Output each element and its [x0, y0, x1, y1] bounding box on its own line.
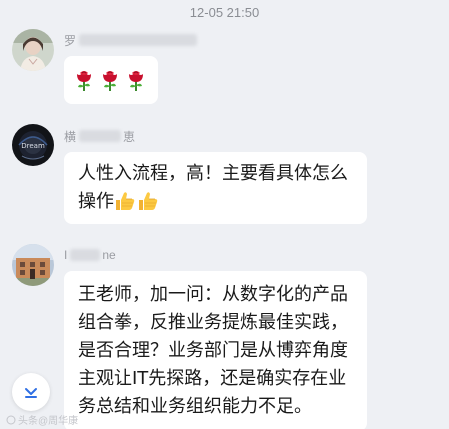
watermark-text: 头条@周华康 [18, 416, 79, 427]
scroll-to-bottom-button[interactable] [12, 373, 50, 411]
sender-name: 罗 [64, 33, 198, 48]
redacted-name [79, 34, 198, 46]
rose-icon [74, 68, 94, 92]
sender-name-text: 横 [64, 129, 77, 144]
rose-icon [100, 68, 120, 92]
sender-name: I ne [64, 248, 116, 262]
watermark: 头条@周华康 [6, 412, 78, 427]
sender-name: 横 恵 [64, 129, 136, 144]
redacted-name [70, 249, 101, 261]
sender-name-suffix: ne [102, 248, 116, 262]
chat-window: 12-05 21:50 罗 Dream 横 恵 人性入流程，高！主要看具体怎么操… [0, 0, 449, 429]
message-bubble[interactable]: 人性入流程，高！主要看具体怎么操作 [64, 152, 367, 224]
sender-name-text: 罗 [64, 33, 77, 48]
message-bubble[interactable] [64, 56, 158, 104]
chevron-down-icon [25, 388, 37, 398]
redacted-name [79, 130, 122, 142]
thumbs-up-icon [116, 192, 135, 210]
chat-timestamp: 12-05 21:50 [189, 5, 260, 20]
sender-name-text: I [64, 248, 68, 262]
thumbs-up-icon [139, 192, 158, 210]
message-bubble[interactable]: 王老师，加一问：从数字化的产品组合拳，反推业务提炼最佳实践，是否合理？业务部门是… [64, 271, 367, 429]
message-text: 王老师，加一问：从数字化的产品组合拳，反推业务提炼最佳实践，是否合理？业务部门是… [78, 284, 348, 417]
avatar[interactable]: Dream [12, 124, 54, 166]
watermark-logo-icon [6, 415, 16, 424]
sender-name-suffix: 恵 [123, 129, 136, 144]
avatar[interactable] [12, 244, 54, 286]
svg-text:Dream: Dream [21, 142, 45, 150]
avatar[interactable] [12, 29, 54, 71]
rose-icon [126, 68, 146, 92]
emoji-row [74, 64, 148, 96]
emoji-group [114, 190, 159, 212]
